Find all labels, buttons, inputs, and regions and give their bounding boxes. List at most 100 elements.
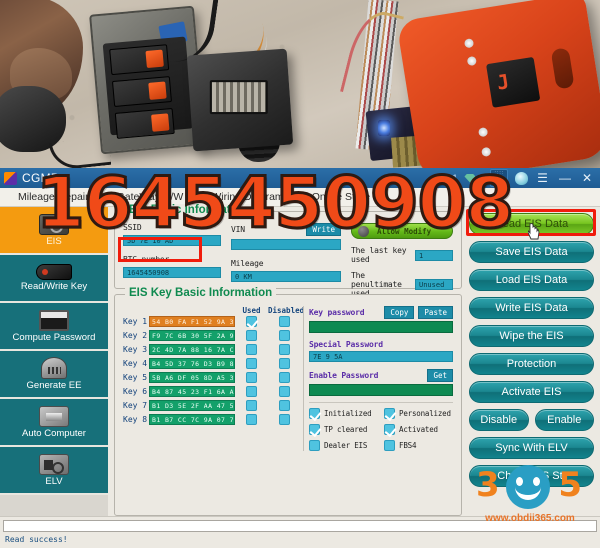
special-password-field[interactable]: 7E 9 5A (309, 351, 453, 362)
key-password-header: Key password Copy Paste (309, 306, 453, 319)
paste-button[interactable]: Paste (418, 306, 453, 319)
copy-button[interactable]: Copy (384, 306, 415, 319)
disabled-checkbox[interactable] (279, 358, 290, 369)
disable-enable-pair: Disable Enable (469, 409, 594, 437)
eis-key-basic-information-panel: EIS Key Basic Information Used Disabled … (114, 287, 462, 516)
used-checkbox[interactable] (246, 358, 257, 369)
flag-checkbox[interactable] (309, 440, 320, 451)
smile (515, 487, 541, 500)
last-key-used-field: 1 (415, 249, 453, 261)
key-data-field[interactable]: B4 5D 37 76 D3 B9 8B 15 (149, 358, 235, 369)
key-row: Key 32C 4D 7A 88 16 7A C5 D2 (123, 344, 301, 355)
status-flag[interactable]: Initialized (309, 408, 378, 419)
watermark-digit-3: 3 (476, 465, 500, 505)
used-checkbox[interactable] (246, 344, 257, 355)
hamburger-menu-icon[interactable]: ☰ (535, 172, 550, 184)
key-data-field[interactable]: 54 B0 FA F1 52 9A 3D 37 (149, 316, 235, 327)
disabled-cell (268, 330, 301, 341)
action-button-load-eis-data[interactable]: Load EIS Data (469, 269, 594, 291)
flag-checkbox[interactable] (384, 440, 395, 451)
last-key-used-row: The last key used 1 (351, 246, 453, 264)
sync-with-elv-button[interactable]: Sync With ELV (469, 437, 594, 459)
sidebar-item-label: ELV (45, 475, 63, 487)
hand-pointer-cursor (528, 223, 540, 240)
sidebar-item-elv[interactable]: ELV (0, 447, 108, 495)
minimize-button[interactable]: — (557, 172, 573, 184)
disabled-checkbox[interactable] (279, 372, 290, 383)
enable-button[interactable]: Enable (534, 409, 594, 431)
used-checkbox[interactable] (246, 330, 257, 341)
programmer-grip (550, 47, 575, 90)
flag-checkbox[interactable] (384, 408, 395, 419)
status-flag[interactable]: Dealer EIS (309, 440, 378, 451)
used-cell (235, 372, 268, 383)
disabled-checkbox[interactable] (279, 386, 290, 397)
used-checkbox[interactable] (246, 372, 257, 383)
used-checkbox[interactable] (246, 400, 257, 411)
last-key-used-label: The last key used (351, 246, 407, 264)
status-flag[interactable]: FBS4 (384, 440, 453, 451)
sidebar-item-compute-password[interactable]: Compute Password (0, 303, 108, 351)
enable-password-field[interactable] (309, 384, 453, 396)
sidebar-item-auto-computer[interactable]: Auto Computer (0, 399, 108, 447)
action-button-write-eis-data[interactable]: Write EIS Data (469, 297, 594, 319)
close-button[interactable]: ✕ (580, 172, 594, 184)
used-checkbox[interactable] (246, 386, 257, 397)
disabled-checkbox[interactable] (279, 400, 290, 411)
flag-checkbox[interactable] (384, 424, 395, 435)
key-table: Used Disabled Key 154 B0 FA F1 52 9A 3D … (123, 306, 305, 451)
disable-button[interactable]: Disable (469, 409, 529, 431)
key-row-label: Key 4 (123, 359, 148, 368)
key-row-label: Key 7 (123, 401, 148, 410)
used-cell (235, 344, 268, 355)
key-data-field[interactable]: B1 B7 CC 7C 9A 07 79 65 (149, 414, 235, 425)
status-flag[interactable]: Activated (384, 424, 453, 435)
used-checkbox[interactable] (246, 316, 257, 327)
action-button-wipe-the-eis[interactable]: Wipe the EIS (469, 325, 594, 347)
lightbulb-icon[interactable] (515, 171, 529, 185)
btc-number-field[interactable]: 1645450908 (123, 267, 221, 278)
key-row-label: Key 5 (123, 373, 148, 382)
status-message: Read success! (5, 535, 68, 544)
col-header-used: Used (242, 306, 261, 315)
relay-2 (111, 76, 173, 108)
enable-password-header: Enable Password Get (309, 369, 453, 382)
disabled-checkbox[interactable] (279, 414, 290, 425)
key-data-field[interactable]: 2C 4D 7A 88 16 7A C5 D2 (149, 344, 235, 355)
sidebar-item-label: Compute Password (12, 331, 96, 343)
disabled-cell (268, 386, 301, 397)
cgmb-logo-icon (4, 171, 17, 185)
disabled-checkbox[interactable] (279, 344, 290, 355)
disabled-checkbox[interactable] (279, 316, 290, 327)
key-data-field[interactable]: F9 7C 6B 30 5F 2A 91 0B (149, 330, 235, 341)
key-row: Key 6B4 87 45 23 F1 6A A0 5B (123, 386, 301, 397)
disabled-checkbox[interactable] (279, 330, 290, 341)
key-row: Key 55B A6 DF 05 8D A5 3C F1 (123, 372, 301, 383)
status-flag[interactable]: TP cleared (309, 424, 378, 435)
action-button-activate-eis[interactable]: Activate EIS (469, 381, 594, 403)
ecu-icon (39, 405, 69, 427)
key-data-field[interactable]: B4 87 45 23 F1 6A A0 5B (149, 386, 235, 397)
action-button-save-eis-data[interactable]: Save EIS Data (469, 241, 594, 263)
get-button[interactable]: Get (427, 369, 453, 382)
used-checkbox[interactable] (246, 414, 257, 425)
key-row: Key 154 B0 FA F1 52 9A 3D 37 (123, 316, 301, 327)
disabled-cell (268, 372, 301, 383)
col-header-disabled: Disabled (268, 306, 305, 315)
flag-label: Dealer EIS (324, 441, 368, 450)
sidebar-item-generate-ee[interactable]: Generate EE (0, 351, 108, 399)
relay-3 (114, 107, 175, 139)
action-button-protection[interactable]: Protection (469, 353, 594, 375)
flag-checkbox[interactable] (309, 424, 320, 435)
workbench-photo: J (0, 0, 600, 168)
disabled-cell (268, 414, 301, 425)
mileage-field[interactable]: 0 KM (231, 271, 341, 282)
sidebar-item-read-write-key[interactable]: Read/Write Key (0, 255, 108, 303)
key-password-field[interactable] (309, 321, 453, 333)
flag-checkbox[interactable] (309, 408, 320, 419)
key-data-field[interactable]: B1 D3 5E 2F AA 47 5E A7 (149, 400, 235, 411)
sidebar-item-label: Auto Computer (22, 427, 86, 439)
key-data-field[interactable]: 5B A6 DF 05 8D A5 3C F1 (149, 372, 235, 383)
status-flag[interactable]: Personalized (384, 408, 453, 419)
key-rows-container: Key 154 B0 FA F1 52 9A 3D 37Key 2F9 7C 6… (123, 316, 301, 425)
